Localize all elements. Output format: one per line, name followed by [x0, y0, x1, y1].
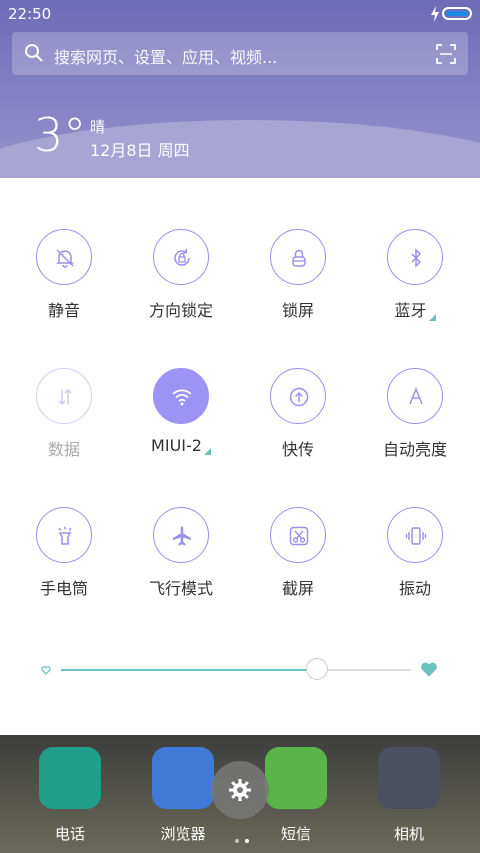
quick-settings-panel: 静音 方向锁定 锁屏 蓝牙 数据 MIUI-2 快传 自动亮度 手电筒 飞行模式…: [0, 178, 480, 735]
tile-label-text: MIUI-2: [151, 436, 202, 455]
page-indicator: [232, 828, 252, 847]
brightness-low-icon: [41, 666, 51, 675]
brightness-fill: [61, 669, 317, 671]
status-time: 22:50: [8, 5, 52, 23]
flashlight-icon: [58, 526, 72, 545]
app-label: 浏览器: [160, 825, 206, 843]
app-label: 短信: [280, 825, 311, 843]
tile-circle: [387, 368, 443, 424]
tile-mobile-data[interactable]: 数据: [9, 368, 119, 460]
tile-label: 蓝牙: [360, 297, 470, 321]
page-dot-active: [245, 839, 249, 843]
tile-circle: [36, 507, 92, 563]
brightness-slider[interactable]: [0, 648, 480, 688]
tile-quick-transfer[interactable]: 快传: [243, 368, 353, 460]
tile-wifi[interactable]: MIUI-2: [126, 368, 236, 455]
airplane-icon: [173, 526, 191, 546]
tile-lock-screen[interactable]: 锁屏: [243, 229, 353, 321]
tile-screenshot[interactable]: 截屏: [243, 507, 353, 599]
message-icon: [265, 747, 327, 809]
wifi-icon: [172, 389, 192, 406]
app-label: 相机: [393, 825, 424, 843]
tile-flashlight[interactable]: 手电筒: [9, 507, 119, 599]
tile-label: 锁屏: [281, 301, 314, 320]
menu-corner-icon: [428, 314, 436, 321]
status-bar: 22:50: [0, 0, 480, 28]
tile-label: 手电筒: [39, 579, 88, 598]
tile-circle: [153, 507, 209, 563]
tile-label: 数据: [47, 440, 80, 459]
tile-label-text: 蓝牙: [394, 301, 427, 320]
gear-icon: [229, 779, 251, 801]
tile-label: 静音: [47, 301, 80, 320]
auto-brightness-icon: [409, 386, 423, 405]
search-icon: [25, 44, 43, 62]
temperature: 3°: [34, 108, 87, 162]
tile-circle: [153, 229, 209, 285]
brightness-thumb[interactable]: [305, 658, 328, 680]
settings-button[interactable]: [211, 761, 269, 819]
charging-icon: [431, 6, 439, 22]
tile-circle: [153, 368, 209, 424]
app-phone[interactable]: 电话: [38, 747, 102, 844]
tile-circle: [270, 507, 326, 563]
tile-label: 快传: [281, 440, 314, 459]
bluetooth-icon: [411, 248, 422, 268]
app-label: 电话: [54, 825, 85, 843]
tile-bluetooth[interactable]: 蓝牙: [360, 229, 470, 321]
tile-mute[interactable]: 静音: [9, 229, 119, 321]
tile-label: 方向锁定: [148, 301, 213, 320]
battery-icon: [442, 7, 472, 20]
tile-label: MIUI-2: [126, 436, 236, 455]
upload-icon: [289, 387, 309, 407]
tile-circle: [36, 229, 92, 285]
weather-date: 12月8日 周四: [90, 141, 190, 160]
tile-circle: [270, 368, 326, 424]
header: 22:50 搜索网页、设置、应用、视频... 3° 晴 12月8日 周四: [0, 0, 480, 190]
tile-label: 截屏: [281, 579, 314, 598]
weather-condition: 晴: [90, 118, 106, 136]
rotation-lock-icon: [174, 248, 190, 266]
vibrate-icon: [405, 527, 427, 545]
tile-label: 自动亮度: [382, 440, 447, 459]
tile-label: 振动: [398, 579, 431, 598]
tile-airplane-mode[interactable]: 飞行模式: [126, 507, 236, 599]
tile-circle: [387, 229, 443, 285]
menu-corner-icon: [203, 448, 211, 455]
tile-circle: [270, 229, 326, 285]
tile-label: 飞行模式: [148, 579, 213, 598]
app-browser[interactable]: 浏览器: [151, 747, 215, 844]
app-message[interactable]: 短信: [264, 747, 328, 844]
camera-icon: [378, 747, 440, 809]
page-dot: [235, 839, 239, 843]
search-bar[interactable]: 搜索网页、设置、应用、视频...: [12, 32, 468, 75]
brightness-high-icon: [421, 662, 437, 677]
bell-off-icon: [56, 249, 74, 268]
phone-icon: [39, 747, 101, 809]
lock-icon: [292, 249, 306, 267]
scan-icon[interactable]: [436, 44, 456, 64]
app-camera[interactable]: 相机: [377, 747, 441, 844]
tile-auto-brightness[interactable]: 自动亮度: [360, 368, 470, 460]
tile-circle: [36, 368, 92, 424]
tile-vibrate[interactable]: 振动: [360, 507, 470, 599]
tile-rotation-lock[interactable]: 方向锁定: [126, 229, 236, 321]
search-placeholder: 搜索网页、设置、应用、视频...: [54, 48, 278, 67]
tile-circle: [387, 507, 443, 563]
scissors-icon: [289, 526, 309, 546]
brightness-track[interactable]: [61, 669, 411, 671]
browser-icon: [152, 747, 214, 809]
data-arrows-icon: [58, 388, 72, 406]
